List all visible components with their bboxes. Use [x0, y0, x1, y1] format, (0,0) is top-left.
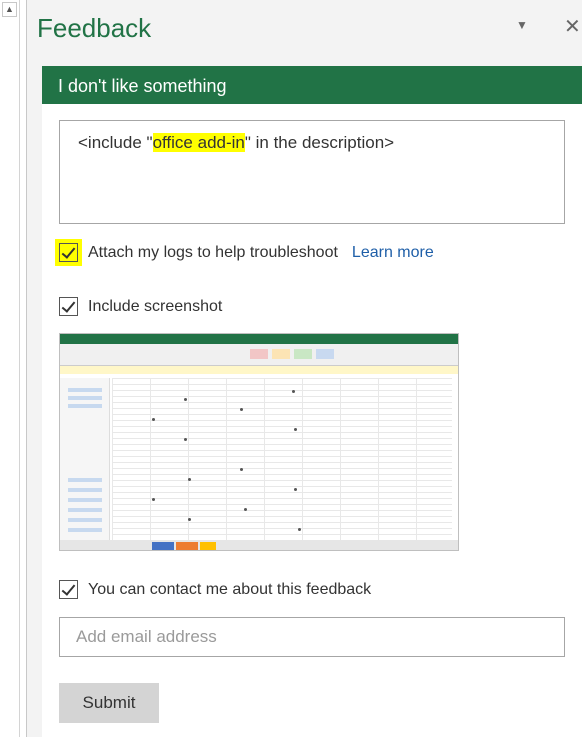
- feedback-type-banner: I don't like something: [42, 66, 582, 104]
- email-field[interactable]: [59, 617, 565, 657]
- thumbnail-grid: [112, 378, 452, 540]
- attach-logs-row: Attach my logs to help troubleshoot Lear…: [59, 243, 434, 262]
- description-prefix: <include ": [78, 133, 153, 152]
- scroll-up-icon[interactable]: ▲: [2, 2, 17, 17]
- screenshot-thumbnail: [59, 333, 459, 551]
- pane-title: Feedback: [37, 13, 152, 43]
- thumbnail-style-swatch: [272, 349, 290, 359]
- thumbnail-side-panel: [60, 378, 110, 540]
- thumbnail-style-swatch: [250, 349, 268, 359]
- thumbnail-style-swatch: [294, 349, 312, 359]
- left-gutter: ▲: [0, 0, 20, 737]
- learn-more-link[interactable]: Learn more: [352, 244, 434, 262]
- description-highlight: office add-in: [152, 133, 245, 152]
- description-suffix: " in the description>: [244, 133, 395, 152]
- chevron-down-icon[interactable]: ▼: [516, 18, 528, 32]
- feedback-pane: Feedback ▼ ✕ I don't like something <inc…: [27, 0, 582, 737]
- include-screenshot-checkbox[interactable]: [59, 297, 78, 316]
- thumbnail-titlebar: [60, 334, 458, 344]
- description-textarea[interactable]: <include "office add-in" in the descript…: [59, 120, 565, 224]
- include-screenshot-label: Include screenshot: [88, 297, 223, 315]
- thumbnail-sheet-tabs: [60, 540, 458, 550]
- close-icon[interactable]: ✕: [564, 14, 581, 39]
- thumbnail-style-swatch: [316, 349, 334, 359]
- attach-logs-label: Attach my logs to help troubleshoot: [88, 243, 338, 261]
- contact-me-checkbox[interactable]: [59, 580, 78, 599]
- thumbnail-message-bar: [60, 366, 458, 374]
- thumbnail-ribbon: [60, 344, 458, 366]
- include-screenshot-row: Include screenshot: [59, 297, 222, 316]
- attach-logs-checkbox[interactable]: [59, 243, 78, 262]
- contact-me-label: You can contact me about this feedback: [88, 580, 372, 598]
- submit-button[interactable]: Submit: [59, 683, 159, 723]
- contact-me-row: You can contact me about this feedback: [59, 580, 371, 599]
- feedback-form: <include "office add-in" in the descript…: [42, 104, 582, 737]
